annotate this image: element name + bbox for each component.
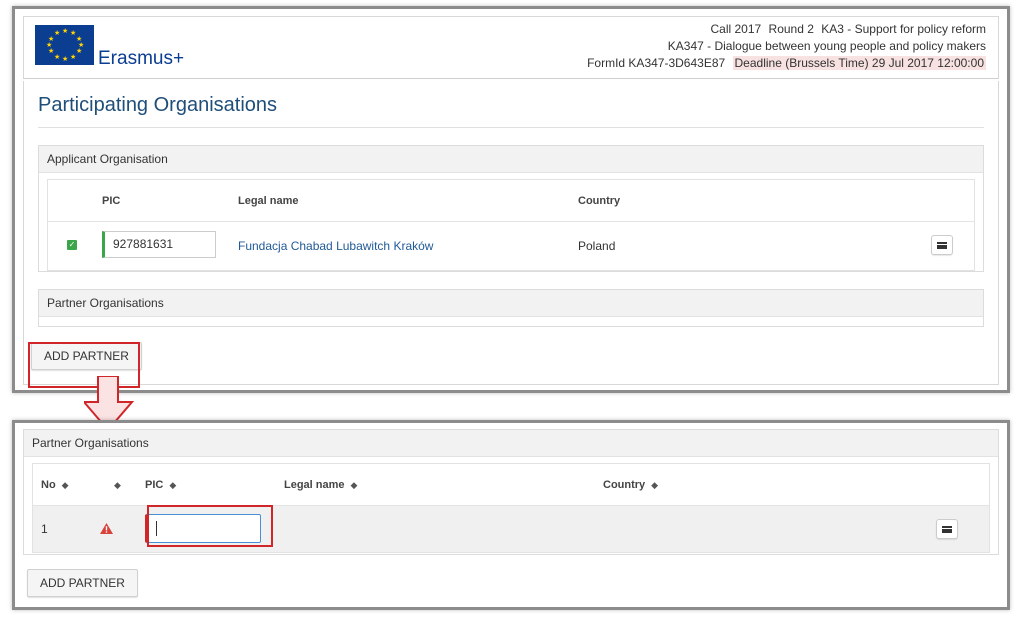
table-header: PIC Legal name Country [48,180,974,222]
panel-title: Partner Organisations [39,290,983,317]
legal-name-link[interactable]: Fundacja Chabad Lubawitch Kraków [238,239,433,253]
panel-title: Partner Organisations [24,430,998,457]
screenshot-before: ★ ★ ★ ★ ★ ★ ★ ★ ★ ★ ★ ★ Erasmus+ Call 20… [12,6,1010,393]
column-no[interactable]: No ◆ [41,479,69,491]
column-status[interactable]: ◆ [108,479,121,491]
call-info: Call 2017 Round 2 KA3 - Support for poli… [583,21,986,72]
column-pic[interactable]: PIC ◆ [145,479,176,491]
sort-icon: ◆ [61,479,69,490]
form-id: FormId KA347-3D643E87 [587,56,726,70]
highlight-box [147,505,273,547]
partner-panel-collapsed: Partner Organisations [38,289,984,327]
applicant-table: PIC Legal name Country ✓ 927881631 Funda… [47,179,975,271]
check-icon: ✓ [67,240,77,250]
warning-icon [100,523,113,534]
column-legal-name[interactable]: Legal name ◆ [284,479,357,491]
applicant-panel: Applicant Organisation PIC Legal name Co… [38,145,984,272]
sort-icon: ◆ [114,479,121,490]
pic-input[interactable]: 927881631 [102,231,216,258]
column-legal-name: Legal name [238,194,299,207]
app-header: ★ ★ ★ ★ ★ ★ ★ ★ ★ ★ ★ ★ Erasmus+ Call 20… [23,16,999,79]
deadline: Deadline (Brussels Time) 29 Jul 2017 12:… [732,56,986,70]
column-pic: PIC [102,194,121,207]
brand-name: Erasmus+ [98,48,185,69]
call-label: Call 2017 [710,22,762,36]
hamburger-menu-icon [942,525,952,533]
panel-title: Applicant Organisation [39,146,983,173]
table-header: No ◆ ◆ PIC ◆ Legal name ◆ Country ◆ [33,464,989,506]
row-number: 1 [41,522,48,536]
sort-icon: ◆ [350,479,358,490]
row-menu-button[interactable] [931,235,953,255]
page-title: Participating Organisations [38,81,984,128]
round-label: Round 2 [768,22,814,36]
table-row: ✓ 927881631 Fundacja Chabad Lubawitch Kr… [48,222,974,270]
column-country[interactable]: Country ◆ [603,479,658,491]
row-menu-button[interactable] [936,519,958,539]
add-partner-button[interactable]: ADD PARTNER [27,569,138,597]
hamburger-menu-icon [937,241,947,249]
screenshot-after: Partner Organisations No ◆ ◆ PIC ◆ Legal n… [12,420,1010,610]
action-label: KA3 - Support for policy reform [821,22,986,36]
eu-flag-logo: ★ ★ ★ ★ ★ ★ ★ ★ ★ ★ ★ ★ [35,25,94,65]
main-content: Participating Organisations Applicant Or… [23,81,999,385]
country-value: Poland [578,239,616,253]
sort-icon: ◆ [651,479,659,490]
action-detail: KA347 - Dialogue between young people an… [667,39,986,53]
sort-icon: ◆ [169,479,177,490]
column-country: Country [578,194,621,207]
